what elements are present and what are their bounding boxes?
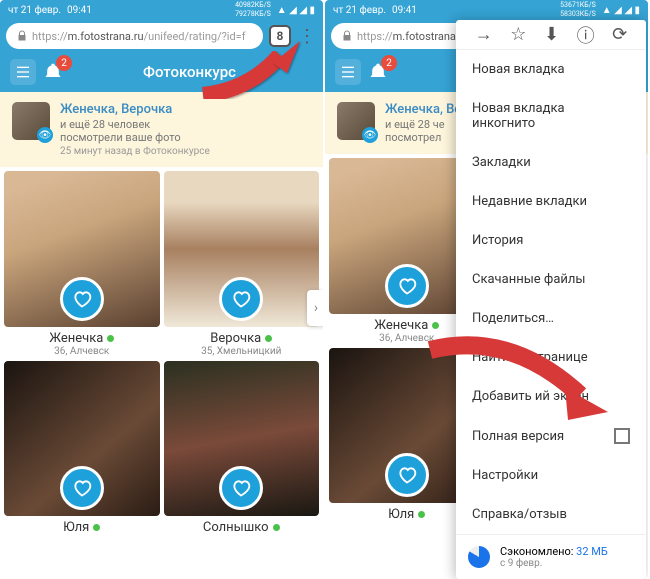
browser-url-bar: https://m.fotostrana.ru/unifeed/rating/?… xyxy=(0,20,323,52)
avatar: 👁 xyxy=(337,102,375,140)
info-icon[interactable]: ⓘ xyxy=(577,22,595,48)
menu-settings[interactable]: Настройки xyxy=(456,456,646,495)
forward-icon[interactable]: → xyxy=(475,24,493,45)
status-date: чт 21 февр. xyxy=(8,5,61,16)
photo-grid: Женечка 36, Алчевск Верочка 35, Хмельниц… xyxy=(0,167,323,539)
download-icon[interactable]: ⬇ xyxy=(544,24,559,45)
data-saver-icon xyxy=(468,546,490,568)
photo xyxy=(4,171,160,327)
tab-count[interactable]: 8 xyxy=(269,25,291,47)
notice-title: Женечка, Верочка xyxy=(60,102,311,117)
menu-share[interactable]: Поделиться… xyxy=(456,299,646,338)
browser-menu-button[interactable]: ⋮ xyxy=(297,26,317,47)
next-page-arrow[interactable]: › xyxy=(307,290,323,326)
sidebar-icon[interactable] xyxy=(10,59,36,85)
sidebar-icon[interactable] xyxy=(335,59,361,85)
card-name: Женечка xyxy=(4,331,160,346)
menu-desktop-site[interactable]: Полная версия xyxy=(456,416,646,456)
notification-icon[interactable]: 2 xyxy=(365,59,391,85)
phone-right: чт 21 февр. 09:41 53671КБ/S58303КБ/S ▲ ◢… xyxy=(325,0,648,579)
app-header: 2 Фотоконкурс xyxy=(0,52,323,92)
avatar: 👁 xyxy=(12,102,50,140)
notice-banner[interactable]: 👁 Женечка, Верочка и ещё 28 человек посм… xyxy=(0,92,323,167)
online-dot xyxy=(265,335,272,342)
url-field[interactable]: https://m.fotostrana.ru/unifeed/rating/?… xyxy=(6,23,263,49)
like-button[interactable] xyxy=(60,277,104,321)
eye-icon: 👁 xyxy=(37,127,53,143)
menu-toolbar: → ☆ ⬇ ⓘ ⟳ xyxy=(456,20,646,50)
page-title: Фотоконкурс xyxy=(66,63,313,81)
data-saver-info[interactable]: Сэкономлено: 32 МБ с 9 февр. xyxy=(456,534,646,579)
online-dot xyxy=(107,335,114,342)
notification-icon[interactable]: 2 xyxy=(40,59,66,85)
menu-help[interactable]: Справка/отзыв xyxy=(456,495,646,534)
photo-card[interactable]: Женечка 36, Алчевск xyxy=(4,171,160,357)
photo-card[interactable]: Верочка 35, Хмельницкий xyxy=(164,171,320,357)
online-dot xyxy=(273,524,280,531)
like-button[interactable] xyxy=(385,264,429,308)
eye-icon: 👁 xyxy=(362,127,378,143)
menu-add-to-home[interactable]: Добавить ий экран xyxy=(456,377,646,416)
menu-history[interactable]: История xyxy=(456,221,646,260)
menu-new-tab[interactable]: Новая вкладка xyxy=(456,50,646,89)
menu-incognito[interactable]: Новая вкладка инкогнито xyxy=(456,89,646,143)
menu-downloads[interactable]: Скачанные файлы xyxy=(456,260,646,299)
card-meta: 35, Хмельницкий xyxy=(164,346,320,357)
lock-icon xyxy=(341,30,353,42)
photo xyxy=(164,361,320,517)
card-name: Солнышко xyxy=(164,520,320,535)
like-button[interactable] xyxy=(385,453,429,497)
like-button[interactable] xyxy=(219,466,263,510)
phone-left: чт 21 февр. 09:41 40982КБ/S79278КБ/S ▲ ◢… xyxy=(0,0,323,579)
card-name: Верочка xyxy=(164,331,320,346)
lock-icon xyxy=(16,30,28,42)
status-bar: чт 21 февр. 09:41 40982КБ/S79278КБ/S ▲ ◢… xyxy=(0,0,323,20)
menu-recent-tabs[interactable]: Недавние вкладки xyxy=(456,182,646,221)
status-icons: ▲ ◢ ◢ ▮ xyxy=(277,5,315,16)
photo-card[interactable]: Солнышко xyxy=(164,361,320,536)
like-button[interactable] xyxy=(60,466,104,510)
menu-bookmarks[interactable]: Закладки xyxy=(456,143,646,182)
reload-icon[interactable]: ⟳ xyxy=(612,24,627,45)
menu-find-in-page[interactable]: Найти на странице xyxy=(456,338,646,377)
status-bar: чт 21 февр. 09:41 53671КБ/S58303КБ/S ▲ ◢… xyxy=(325,0,648,20)
bookmark-icon[interactable]: ☆ xyxy=(510,24,526,45)
card-meta: 36, Алчевск xyxy=(4,346,160,357)
photo-card[interactable]: Юля xyxy=(4,361,160,536)
photo xyxy=(4,361,160,517)
status-time: 09:41 xyxy=(67,5,92,16)
card-name: Юля xyxy=(4,520,160,535)
like-button[interactable] xyxy=(219,277,263,321)
photo xyxy=(164,171,320,327)
desktop-site-checkbox[interactable] xyxy=(614,428,630,444)
online-dot xyxy=(93,524,100,531)
notification-badge: 2 xyxy=(56,55,72,71)
browser-menu: → ☆ ⬇ ⓘ ⟳ Новая вкладка Новая вкладка ин… xyxy=(456,20,646,579)
